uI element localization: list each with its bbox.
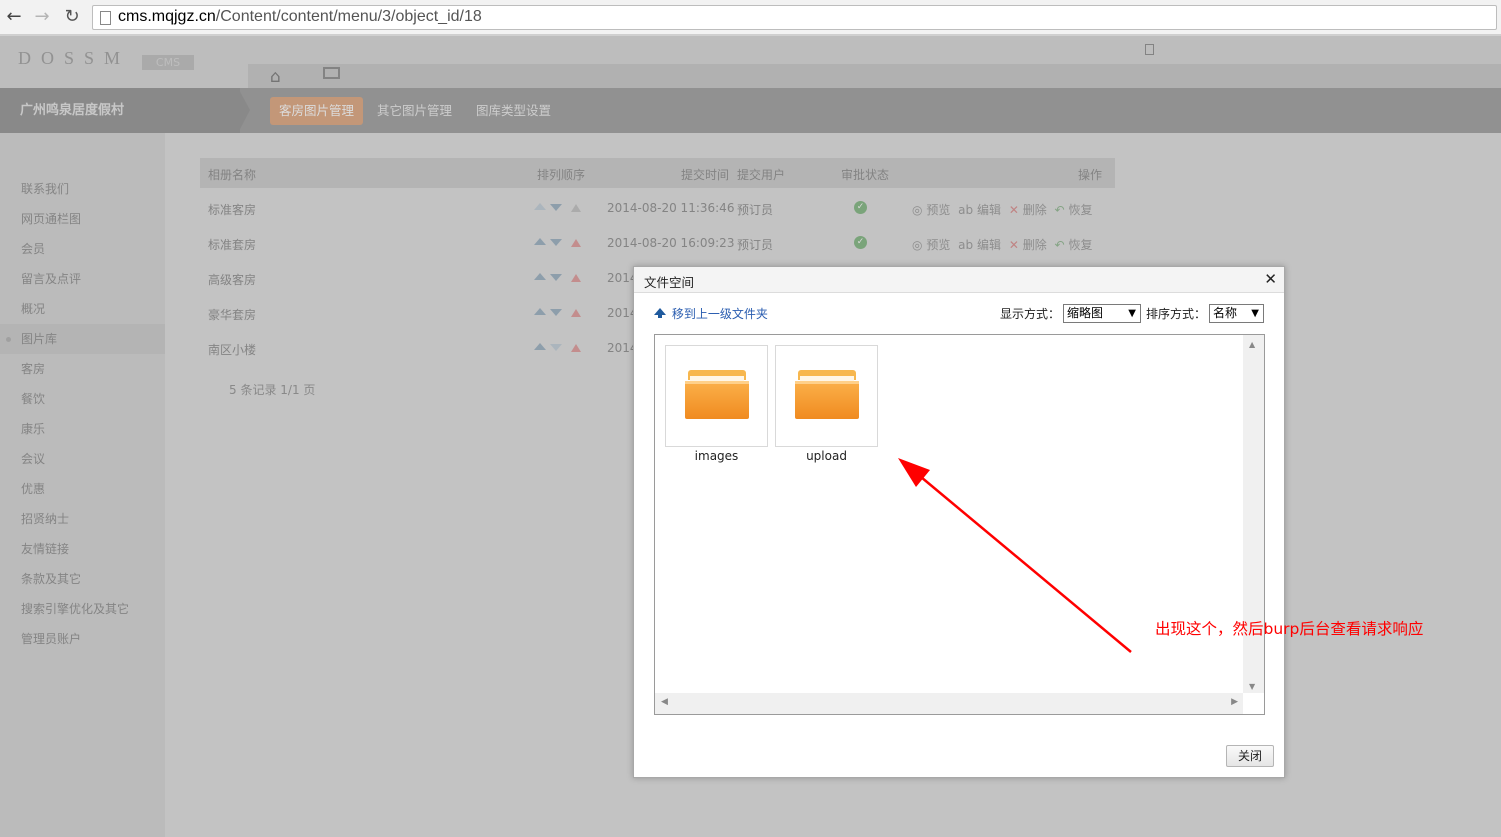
scroll-right-icon[interactable]: ▶: [1231, 697, 1238, 707]
address-bar[interactable]: cms.mqjgz.cn/Content/content/menu/3/obje…: [92, 5, 1497, 30]
page-icon: [100, 11, 111, 25]
scroll-down-icon[interactable]: ▼: [1249, 682, 1255, 691]
sort-mode-select[interactable]: 名称 ▼: [1209, 304, 1264, 323]
scrollbar-corner: [1243, 693, 1264, 714]
file-space-dialog: 文件空间 ✕ 移到上一级文件夹 显示方式： 缩略图 ▼ 排序方式： 名称 ▼ i…: [633, 266, 1285, 778]
url-text: cms.mqjgz.cn/Content/content/menu/3/obje…: [118, 8, 482, 25]
parent-folder-link[interactable]: 移到上一级文件夹: [654, 305, 768, 322]
scroll-left-icon[interactable]: ◀: [661, 697, 668, 707]
vertical-scrollbar[interactable]: ▲ ▼: [1243, 335, 1264, 694]
dialog-header: 文件空间 ✕: [634, 267, 1284, 293]
reload-icon[interactable]: ↻: [61, 6, 83, 28]
close-button[interactable]: 关闭: [1226, 745, 1274, 767]
view-mode-value: 缩略图: [1067, 306, 1104, 320]
up-arrow-stem: [658, 312, 662, 318]
folder-item-upload[interactable]: [775, 345, 878, 447]
close-icon[interactable]: ✕: [1264, 270, 1277, 288]
dropdown-caret-icon: ▼: [1128, 308, 1136, 319]
folder-item-images[interactable]: [665, 345, 768, 447]
horizontal-scrollbar[interactable]: ◀ ▶: [655, 693, 1244, 714]
scroll-up-icon[interactable]: ▲: [1249, 340, 1255, 349]
folder-icon: [795, 370, 859, 419]
annotation-text: 出现这个，然后burp后台查看请求响应: [1155, 620, 1424, 638]
sort-mode-label: 排序方式：: [1146, 307, 1207, 321]
folder-name[interactable]: images: [665, 449, 768, 463]
dropdown-caret-icon: ▼: [1251, 308, 1259, 319]
forward-icon[interactable]: →: [31, 6, 53, 28]
view-mode-select[interactable]: 缩略图 ▼: [1063, 304, 1141, 323]
back-icon[interactable]: ←: [3, 6, 25, 28]
folder-name[interactable]: upload: [775, 449, 878, 463]
view-mode-label: 显示方式：: [1000, 307, 1061, 321]
file-browser-area: images upload ▲ ▼ ◀ ▶: [654, 334, 1265, 715]
parent-folder-label: 移到上一级文件夹: [671, 307, 768, 321]
sort-mode-value: 名称: [1213, 306, 1238, 320]
dialog-title: 文件空间: [644, 275, 695, 290]
folder-icon: [685, 370, 749, 419]
browser-toolbar: ← → ↻ cms.mqjgz.cn/Content/content/menu/…: [0, 0, 1501, 35]
